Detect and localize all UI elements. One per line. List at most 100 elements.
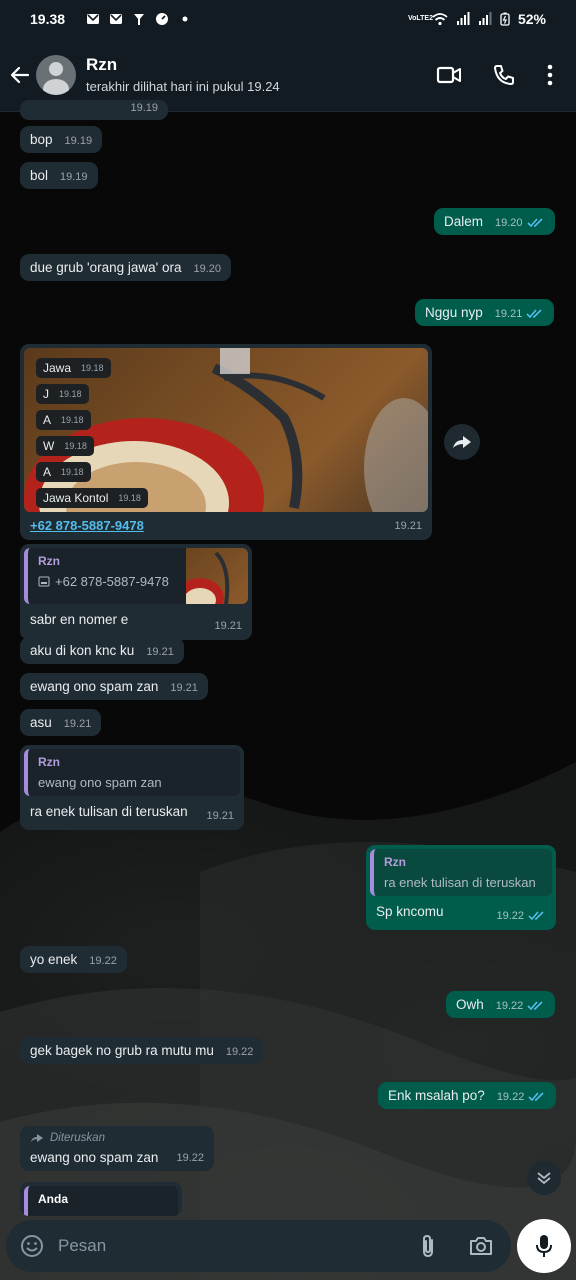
quote-author: Rzn bbox=[38, 554, 60, 568]
forwarded-chip: J 19.18 bbox=[36, 384, 89, 404]
message-time: 19.22 bbox=[496, 910, 524, 922]
quote-author: Anda bbox=[38, 1192, 68, 1206]
gmail-icon bbox=[110, 14, 123, 24]
image-message[interactable]: Jawa 19.18 J 19.18 A 19.18 W 19.18 A 19.18 Ja… bbox=[20, 344, 432, 540]
quote-text: +62 878-5887-9478 bbox=[55, 574, 169, 589]
message-text: gek bagek no grub ra mutu mu bbox=[30, 1043, 214, 1058]
contact-name: Rzn bbox=[86, 55, 118, 74]
quote-thumbnail bbox=[176, 548, 248, 604]
phone-icon[interactable] bbox=[492, 63, 516, 87]
quote-author: Rzn bbox=[38, 755, 60, 769]
contact-card-icon bbox=[38, 576, 50, 587]
message-incoming[interactable]: bol 19.19 bbox=[20, 162, 98, 189]
quoted-message[interactable]: Rzn ewang ono spam zan bbox=[24, 749, 240, 796]
message-time: 19.22 bbox=[89, 955, 117, 967]
message-text: Nggu nyp bbox=[425, 305, 483, 320]
video-call-icon[interactable] bbox=[436, 64, 462, 86]
forwarded-label: Diteruskan bbox=[50, 1132, 105, 1144]
forward-button[interactable] bbox=[444, 424, 480, 460]
message-outgoing[interactable]: Enk msalah po? 19.22 bbox=[378, 1082, 557, 1109]
read-ticks-icon bbox=[526, 218, 543, 228]
message-outgoing[interactable]: Owh 19.22 bbox=[446, 991, 556, 1018]
message-text: Owh bbox=[456, 997, 484, 1012]
message-incoming[interactable]: ewang ono spam zan 19.21 bbox=[20, 673, 208, 700]
message-incoming[interactable]: yo enek 19.22 bbox=[20, 946, 127, 973]
message-incoming[interactable]: due grub 'orang jawa' ora 19.20 bbox=[20, 254, 232, 281]
message-input[interactable] bbox=[58, 1236, 417, 1256]
message-text: sabr en nomer e bbox=[30, 612, 129, 627]
message-composer bbox=[6, 1220, 511, 1272]
quoted-message[interactable]: Rzn ra enek tulisan di teruskan bbox=[370, 849, 552, 896]
forwarded-icon bbox=[31, 1134, 43, 1142]
message-incoming[interactable]: gek bagek no grub ra mutu mu 19.22 bbox=[20, 1037, 264, 1064]
back-arrow-icon[interactable] bbox=[8, 63, 32, 87]
message-text: Sp kncomu bbox=[376, 904, 444, 919]
read-ticks-icon bbox=[528, 1092, 544, 1102]
message-incoming[interactable]: bop 19.19 bbox=[20, 126, 103, 153]
battery-icon bbox=[500, 12, 510, 26]
antenna-icon bbox=[134, 14, 145, 25]
forwarded-chip: W 19.18 bbox=[36, 436, 94, 456]
emoji-icon[interactable] bbox=[20, 1234, 44, 1258]
message-outgoing[interactable]: Nggu nyp 19.21 bbox=[415, 299, 555, 326]
phone-number-link[interactable]: +62 878-5887-9478 bbox=[30, 518, 144, 533]
message-text: asu bbox=[30, 715, 52, 730]
quote-text: ra enek tulisan di teruskan bbox=[384, 875, 536, 890]
scroll-to-bottom-button[interactable] bbox=[527, 1161, 561, 1195]
status-time: 19.38 bbox=[30, 11, 66, 27]
message-partial[interactable]: 19.19 bbox=[20, 100, 168, 120]
speed-icon bbox=[156, 13, 169, 25]
quote-author: Rzn bbox=[384, 855, 406, 869]
message-time: 19.20 bbox=[193, 263, 222, 275]
message-text: aku di kon knc ku bbox=[30, 643, 135, 658]
message-text: bop bbox=[30, 132, 53, 147]
message-time: 19.21 bbox=[394, 519, 422, 532]
message-incoming[interactable]: asu 19.21 bbox=[20, 709, 102, 736]
message-time: 19.21 bbox=[170, 682, 198, 694]
message-time: 19.21 bbox=[214, 620, 242, 632]
quoted-message[interactable]: Rzn +62 878-5887-9478 bbox=[24, 548, 248, 604]
message-time: 19.22 bbox=[225, 1046, 254, 1058]
quoted-message[interactable]: Anda bbox=[24, 1186, 178, 1216]
message-outgoing[interactable]: Dalem 19.20 bbox=[434, 208, 555, 235]
voice-message-button[interactable] bbox=[517, 1219, 571, 1273]
avatar[interactable] bbox=[36, 54, 76, 95]
message-text: due grub 'orang jawa' ora bbox=[30, 260, 182, 275]
forwarded-chip: A 19.18 bbox=[36, 462, 91, 482]
forward-icon bbox=[453, 436, 471, 448]
quote-text: ewang ono spam zan bbox=[38, 775, 162, 790]
camera-icon[interactable] bbox=[469, 1235, 493, 1257]
more-vert-icon[interactable] bbox=[546, 64, 554, 86]
wifi-icon bbox=[432, 13, 448, 26]
message-time: 19.21 bbox=[146, 646, 174, 658]
message-incoming[interactable]: aku di kon knc ku 19.21 bbox=[20, 637, 184, 664]
message-incoming-reply[interactable]: Rzn +62 878-5887-9478 sabr en nomer e 19… bbox=[20, 544, 252, 640]
message-text: Dalem bbox=[444, 214, 484, 229]
read-ticks-icon bbox=[528, 911, 544, 921]
message-text: yo enek bbox=[30, 952, 78, 967]
read-ticks-icon bbox=[527, 1001, 543, 1011]
message-time: 19.22 bbox=[495, 1000, 524, 1012]
chevron-down-icon bbox=[537, 1172, 551, 1185]
message-time: 19.20 bbox=[495, 217, 523, 229]
message-outgoing-reply[interactable]: Rzn ra enek tulisan di teruskan Sp kncom… bbox=[366, 845, 556, 930]
message-time: 19.19 bbox=[60, 171, 88, 183]
forwarded-chip: A 19.18 bbox=[36, 410, 91, 430]
status-bar: 19.38 VoLTE2 52% bbox=[0, 0, 576, 38]
message-text: Enk msalah po? bbox=[388, 1088, 485, 1103]
forwarded-chip: Jawa 19.18 bbox=[36, 358, 111, 378]
battery-percent: 52% bbox=[517, 11, 546, 27]
message-text: bol bbox=[30, 168, 49, 183]
message-forwarded[interactable]: Diteruskan ewang ono spam zan 19.22 bbox=[20, 1126, 214, 1171]
message-time: 19.22 bbox=[496, 1091, 525, 1103]
image-thumbnail[interactable]: Jawa 19.18 J 19.18 A 19.18 W 19.18 A 19.18 Ja… bbox=[24, 348, 428, 512]
attach-icon[interactable] bbox=[417, 1234, 439, 1258]
message-text: ewang ono spam zan bbox=[30, 1150, 159, 1165]
message-time: 19.19 bbox=[130, 102, 158, 114]
signal-icon bbox=[478, 12, 492, 25]
message-time: 19.22 bbox=[176, 1151, 204, 1164]
contact-info[interactable]: Rzn terakhir dilihat hari ini pukul 19.2… bbox=[86, 55, 436, 94]
message-incoming-reply[interactable]: Rzn ewang ono spam zan ra enek tulisan d… bbox=[20, 745, 244, 830]
forwarded-chip: Jawa Kontol 19.18 bbox=[36, 488, 148, 508]
message-incoming-reply[interactable]: Anda bbox=[20, 1182, 182, 1216]
